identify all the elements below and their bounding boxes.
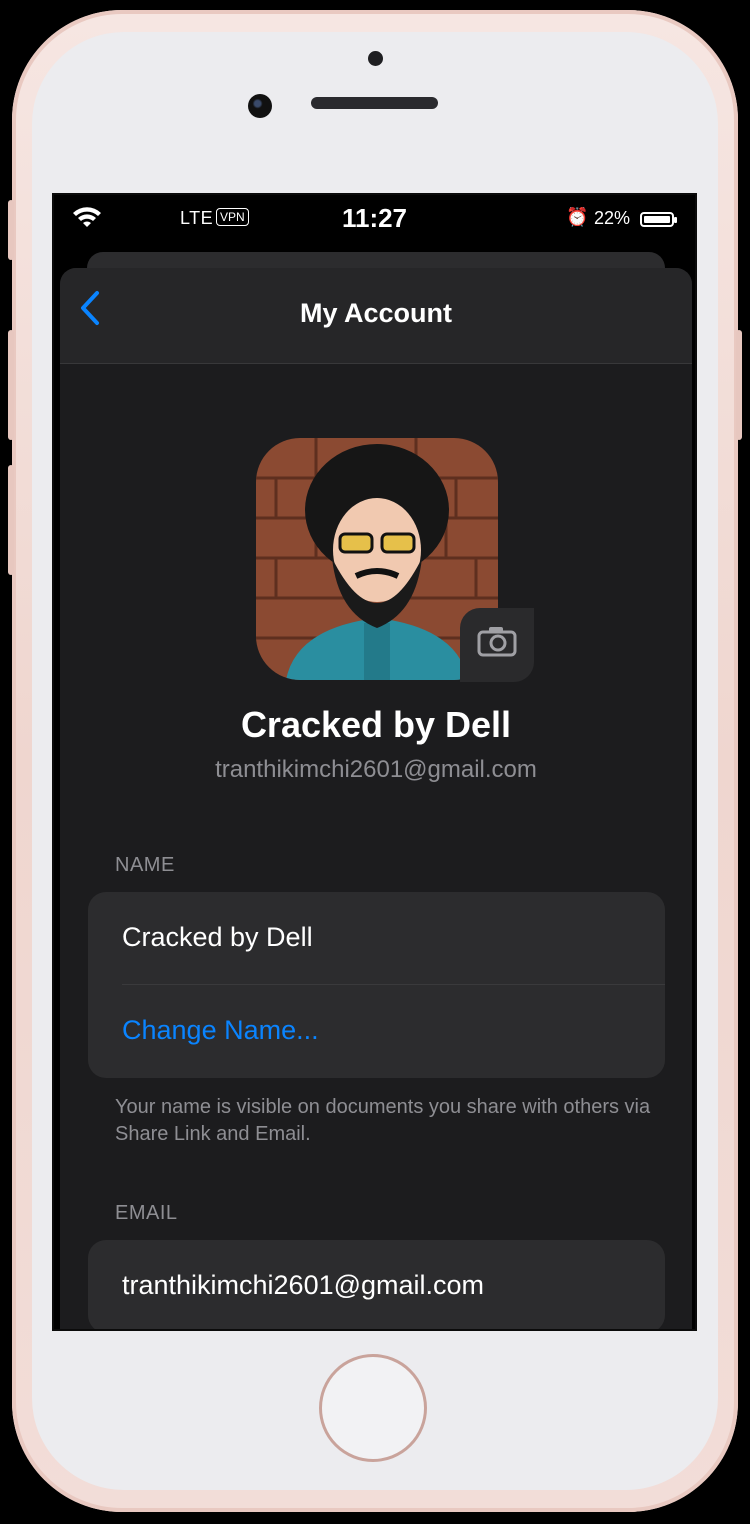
change-photo-button[interactable] [460, 608, 534, 682]
battery-percent: 22% [594, 208, 631, 228]
mute-switch [8, 200, 14, 260]
email-row: tranthikimchi2601@gmail.com [88, 1240, 665, 1329]
proximity-sensor [368, 51, 383, 66]
camera-icon [477, 624, 517, 665]
profile-name: Cracked by Dell [240, 704, 512, 745]
volume-down-button [8, 465, 14, 575]
avatar-container[interactable] [256, 438, 534, 682]
screen: LTE VPN 11:27 ⏰ 22% My Account Cracked b… [52, 193, 697, 1331]
email-group: tranthikimchi2601@gmail.com [88, 1240, 665, 1329]
profile-email: tranthikimchi2601@gmail.com [215, 756, 537, 783]
navigation-bar: My Account [60, 268, 692, 364]
status-bar: LTE VPN 11:27 ⏰ 22% [54, 195, 695, 245]
front-camera [248, 94, 272, 118]
email-section-header: EMAIL [115, 1202, 178, 1224]
account-sheet: My Account Cracked by Dell tranthikimchi… [60, 268, 692, 1329]
change-name-button[interactable]: Change Name... [122, 1015, 319, 1046]
name-row: Cracked by Dell [88, 892, 665, 985]
change-name-row[interactable]: Change Name... [88, 985, 665, 1078]
home-button[interactable] [319, 1354, 427, 1462]
battery-icon [640, 212, 677, 227]
name-section-footer: Your name is visible on documents you sh… [115, 1096, 651, 1145]
name-section-header: NAME [115, 854, 175, 876]
name-group: Cracked by Dell Change Name... [88, 892, 665, 1078]
earpiece-speaker [311, 97, 438, 109]
alarm-icon: ⏰ [566, 207, 589, 227]
volume-up-button [8, 330, 14, 440]
email-value: tranthikimchi2601@gmail.com [122, 1270, 485, 1300]
page-title: My Account [299, 298, 452, 328]
name-value: Cracked by Dell [122, 922, 313, 952]
power-button [736, 330, 742, 440]
